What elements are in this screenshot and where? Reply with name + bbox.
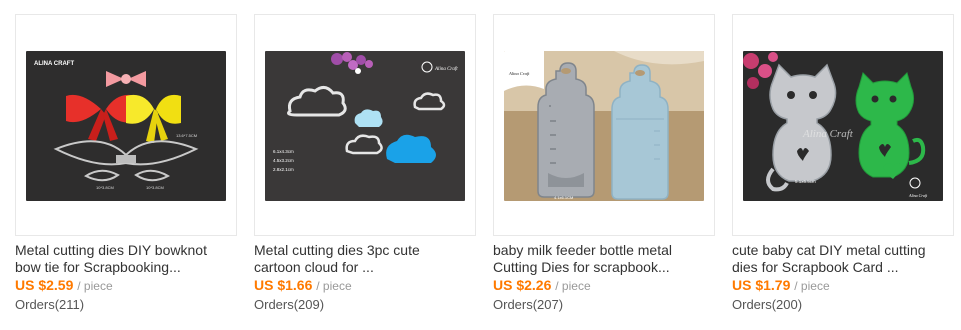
cat-dies-image[interactable]: Alina Craft 5.1x6.5cm Alina Craft — [743, 51, 943, 201]
svg-text:Alina Craft: Alina Craft — [434, 67, 458, 72]
price-row: US $1.79 / piece — [732, 276, 830, 294]
product-title-line[interactable]: cartoon cloud for ... — [254, 259, 484, 276]
product-title-link[interactable]: Metal cutting dies 3pc cute cartoon clou… — [254, 242, 484, 276]
product-card[interactable]: Alina Craft 4.1x6.1CM baby milk feeder b… — [493, 14, 717, 319]
order-count: Orders(207) — [493, 297, 564, 312]
product-price: US $1.79 — [732, 277, 791, 293]
product-title-line[interactable]: Cutting Dies for scrapbook... — [493, 259, 723, 276]
product-thumbnail-frame[interactable]: Alina Craft 6.1x4.3cm 4.5x3.2cm 2.8x2.1c… — [254, 14, 476, 236]
price-unit: / piece — [555, 279, 591, 293]
product-title-line[interactable]: Metal cutting dies 3pc cute — [254, 242, 484, 259]
product-title-line[interactable]: baby milk feeder bottle metal — [493, 242, 723, 259]
price-unit: / piece — [77, 279, 113, 293]
product-price: US $1.66 — [254, 277, 313, 293]
svg-text:4.5x3.2cm: 4.5x3.2cm — [273, 158, 294, 163]
price-row: US $2.26 / piece — [493, 276, 591, 294]
product-title-link[interactable]: Metal cutting dies DIY bowknot bow tie f… — [15, 242, 245, 276]
product-title-link[interactable]: baby milk feeder bottle metal Cutting Di… — [493, 242, 723, 276]
product-grid: ALINA CRAFT 13.6*7.5CM 10*3.8CM 10*3.8CM… — [0, 0, 961, 330]
cloud-dies-image[interactable]: Alina Craft 6.1x4.3cm 4.5x3.2cm 2.8x2.1c… — [265, 51, 465, 201]
product-thumbnail-frame[interactable]: ALINA CRAFT 13.6*7.5CM 10*3.8CM 10*3.8CM — [15, 14, 237, 236]
svg-text:2.8x2.1cm: 2.8x2.1cm — [273, 167, 294, 172]
product-thumbnail-frame[interactable]: Alina Craft 5.1x6.5cm Alina Craft — [732, 14, 954, 236]
order-count: Orders(200) — [732, 297, 803, 312]
order-count: Orders(209) — [254, 297, 325, 312]
product-title-link[interactable]: cute baby cat DIY metal cutting dies for… — [732, 242, 961, 276]
order-count: Orders(211) — [15, 297, 85, 312]
product-card[interactable]: ALINA CRAFT 13.6*7.5CM 10*3.8CM 10*3.8CM… — [15, 14, 239, 319]
product-price: US $2.26 — [493, 277, 552, 293]
svg-text:5.1x6.5cm: 5.1x6.5cm — [795, 179, 816, 184]
price-row: US $2.59 / piece — [15, 276, 113, 294]
product-title-line[interactable]: bow tie for Scrapbooking... — [15, 259, 245, 276]
svg-text:Alina Craft: Alina Craft — [802, 128, 854, 140]
svg-text:13.6*7.5CM: 13.6*7.5CM — [176, 133, 197, 138]
svg-text:Alina Craft: Alina Craft — [508, 71, 530, 76]
brand-watermark: ALINA CRAFT — [34, 61, 74, 67]
product-title-line[interactable]: cute baby cat DIY metal cutting — [732, 242, 961, 259]
price-row: US $1.66 / piece — [254, 276, 352, 294]
svg-text:Alina Craft: Alina Craft — [908, 193, 928, 198]
price-unit: / piece — [794, 279, 830, 293]
product-card[interactable]: Alina Craft 6.1x4.3cm 4.5x3.2cm 2.8x2.1c… — [254, 14, 478, 319]
product-card[interactable]: Alina Craft 5.1x6.5cm Alina Craft cute b… — [732, 14, 956, 319]
svg-text:10*3.8CM: 10*3.8CM — [146, 185, 164, 190]
price-unit: / piece — [316, 279, 352, 293]
bow-dies-image[interactable]: ALINA CRAFT 13.6*7.5CM 10*3.8CM 10*3.8CM — [26, 51, 226, 201]
bottle-dies-image[interactable]: Alina Craft 4.1x6.1CM — [504, 51, 704, 201]
svg-text:6.1x4.3cm: 6.1x4.3cm — [273, 149, 294, 154]
svg-text:4.1x6.1CM: 4.1x6.1CM — [554, 195, 573, 200]
product-title-line[interactable]: Metal cutting dies DIY bowknot — [15, 242, 245, 259]
product-price: US $2.59 — [15, 277, 74, 293]
product-title-line[interactable]: dies for Scrapbook Card ... — [732, 259, 961, 276]
product-thumbnail-frame[interactable]: Alina Craft 4.1x6.1CM — [493, 14, 715, 236]
svg-text:10*3.8CM: 10*3.8CM — [96, 185, 114, 190]
